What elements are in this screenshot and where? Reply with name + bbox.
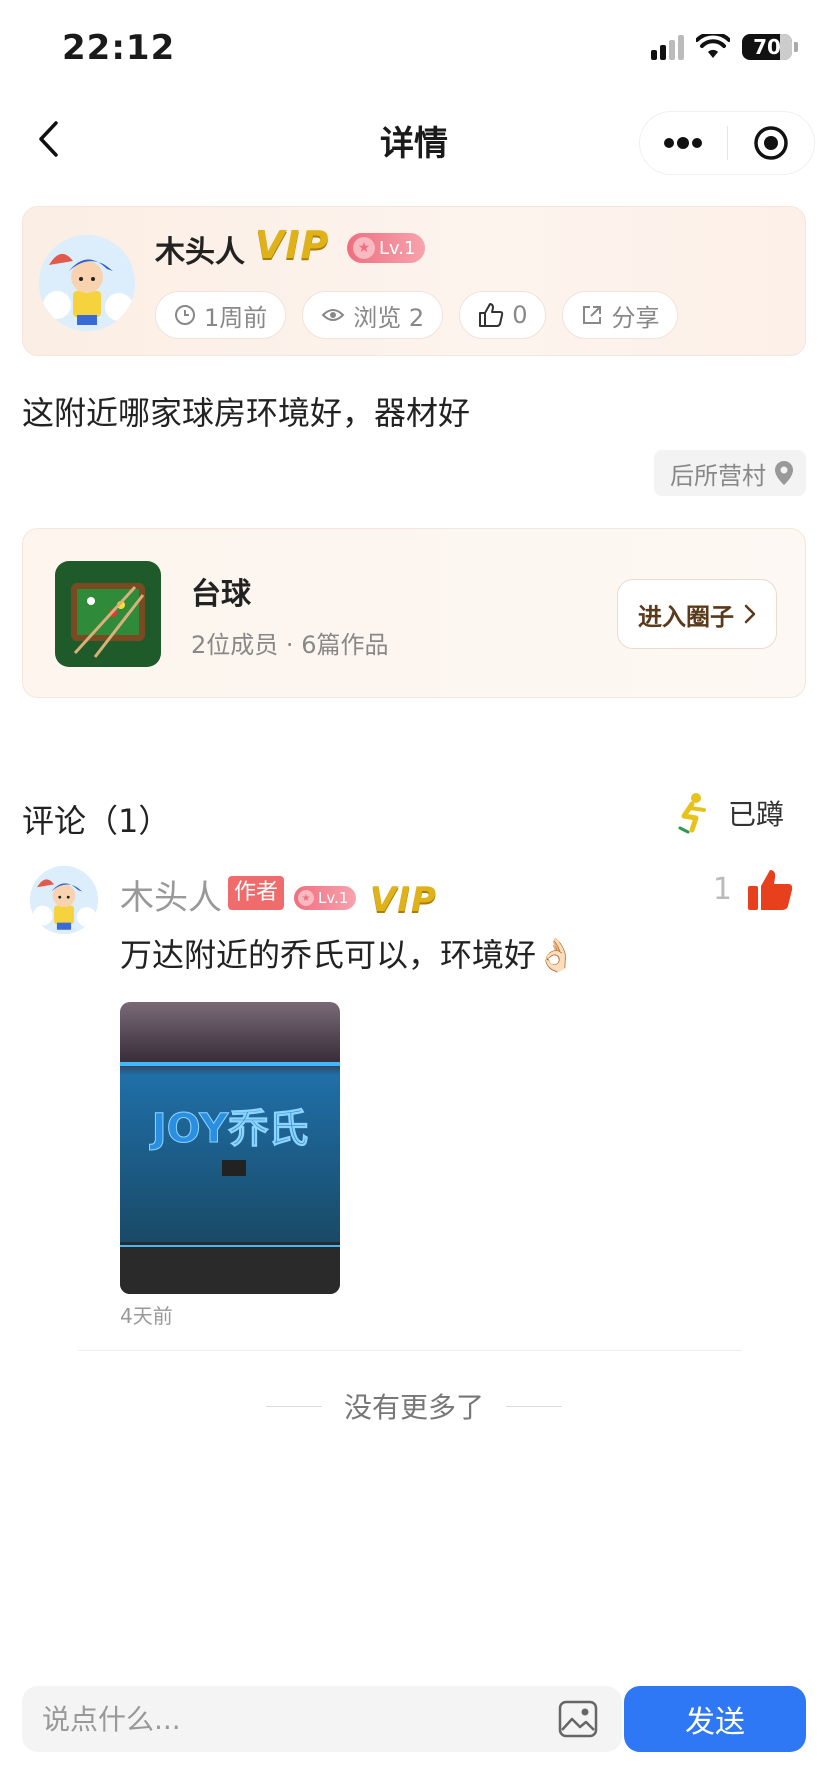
post-like-count: 0	[512, 301, 528, 329]
stats-separator: ·	[285, 631, 302, 659]
image-picker-button[interactable]	[558, 1700, 598, 1738]
author-tag: 作者	[228, 876, 285, 910]
sign-text: JOY乔氏	[149, 1106, 308, 1152]
level-text: Lv.1	[379, 237, 416, 259]
status-time: 22:12	[62, 28, 176, 68]
level-badge: ★ Lv.1	[347, 233, 426, 263]
more-dots-icon	[664, 137, 703, 149]
battery-icon: 70	[742, 34, 798, 60]
more-button[interactable]	[640, 112, 727, 174]
circle-card[interactable]: 台球 2位成员 · 6篇作品 进入圈子	[22, 528, 806, 698]
chevron-right-icon	[744, 604, 756, 624]
squat-figure-icon	[678, 793, 706, 834]
location-pin-icon	[775, 461, 793, 485]
comment-avatar[interactable]	[30, 866, 98, 934]
billiards-circle-icon	[55, 561, 161, 667]
commenter-level-text: Lv.1	[318, 889, 349, 907]
send-button[interactable]: 发送	[624, 1686, 806, 1752]
comment-like-button[interactable]	[746, 868, 794, 912]
nav-bar: 详情	[0, 96, 828, 184]
comments-header: 评论（1）	[22, 802, 171, 840]
squat-label: 已蹲	[727, 798, 784, 831]
circle-members: 2位成员	[191, 631, 279, 659]
post-time-text: 1周前	[204, 303, 268, 332]
star-icon: ★	[353, 237, 375, 259]
author-meta-row: 1周前 浏览 2 0 分享	[155, 291, 679, 339]
vip-badge: VIP	[255, 223, 330, 267]
star-icon: ★	[298, 890, 314, 906]
comment-photo[interactable]: JOY乔氏	[120, 1002, 340, 1294]
views-text: 浏览 2	[353, 303, 425, 332]
image-icon	[558, 1700, 598, 1738]
share-icon	[583, 306, 602, 324]
share-button[interactable]: 分享	[562, 291, 679, 339]
boy-avatar-icon	[30, 866, 98, 934]
no-more-text: 没有更多了	[343, 1391, 484, 1424]
comment-time: 4天前	[120, 1304, 173, 1328]
mini-program-capsule	[640, 112, 814, 174]
share-label: 分享	[611, 303, 660, 332]
circle-name: 台球	[191, 577, 251, 612]
author-avatar[interactable]	[39, 235, 135, 331]
clock-icon	[175, 305, 195, 325]
comment-like-count: 1	[712, 872, 732, 907]
post-text: 这附近哪家球房环境好，器材好	[22, 394, 471, 432]
cellular-signal-icon	[651, 34, 684, 60]
commenter-level-badge: ★ Lv.1	[294, 886, 357, 910]
wifi-icon	[696, 34, 730, 58]
enter-circle-button[interactable]: 进入圈子	[617, 579, 777, 649]
no-more-indicator: 没有更多了	[0, 1386, 828, 1426]
location-tag[interactable]: 后所营村	[654, 450, 806, 496]
right-line	[506, 1405, 562, 1407]
post-time-pill: 1周前	[155, 291, 287, 339]
author-name: 木头人	[155, 235, 245, 270]
comment-text: 万达附近的乔氏可以，环境好👌🏻	[120, 936, 576, 974]
detail-page: 22:12 70 详情 木头人 VIP ★ Lv.1 1周前 浏览 2 0 分享…	[0, 0, 828, 1792]
status-icons: 70	[651, 34, 798, 60]
eye-icon	[321, 309, 345, 321]
location-text: 后所营村	[670, 461, 766, 490]
thumbs-up-filled-icon	[748, 870, 793, 910]
comment-input[interactable]	[22, 1686, 622, 1752]
commenter-name: 木头人	[120, 878, 222, 918]
left-line	[265, 1405, 322, 1407]
views-pill: 浏览 2	[302, 291, 444, 339]
enter-circle-label: 进入圈子	[638, 602, 734, 631]
like-post-button[interactable]: 0	[459, 291, 547, 339]
target-icon	[754, 126, 788, 160]
status-bar: 22:12 70	[0, 0, 828, 96]
commenter-vip-badge: VIP	[370, 880, 437, 920]
close-miniprogram-button[interactable]	[728, 112, 815, 174]
divider	[78, 1350, 742, 1351]
circle-stats: 2位成员 · 6篇作品	[191, 625, 388, 660]
battery-level: 70	[753, 35, 781, 59]
boy-avatar-icon	[39, 235, 135, 331]
author-card: 木头人 VIP ★ Lv.1 1周前 浏览 2 0 分享	[22, 206, 806, 356]
squat-button[interactable]: 已蹲	[674, 792, 784, 834]
thumbs-up-icon	[479, 303, 504, 327]
circle-works: 6篇作品	[301, 631, 389, 659]
